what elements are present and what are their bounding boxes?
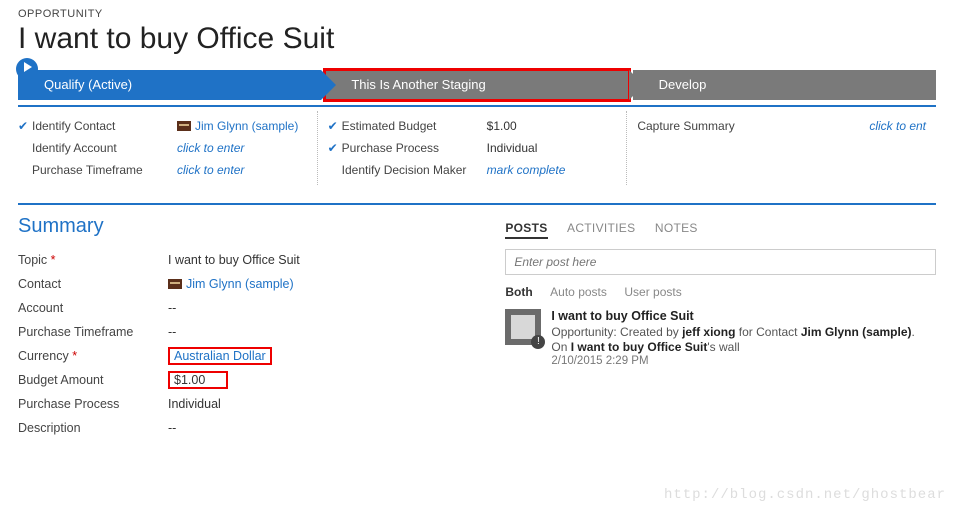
tab-activities[interactable]: ACTIVITIES <box>567 221 635 235</box>
record-title: I want to buy Office Suit <box>18 22 936 56</box>
stage-develop[interactable]: Develop <box>633 70 936 100</box>
post-input[interactable] <box>505 249 936 275</box>
description-value[interactable]: -- <box>168 421 176 435</box>
develop-column: Capture Summary click to ent <box>626 111 936 185</box>
purchase-process-label: Purchase Process <box>18 397 168 411</box>
capture-summary-input[interactable]: click to ent <box>782 119 926 133</box>
topic-value[interactable]: I want to buy Office Suit <box>168 253 300 267</box>
post-line-2: On I want to buy Office Suit's wall <box>551 340 915 354</box>
stage-qualify[interactable]: Qualify (Active) <box>18 70 321 100</box>
stage-underline <box>18 105 936 107</box>
budget-amount-label: Budget Amount <box>18 373 168 387</box>
check-icon: ✔ <box>18 119 32 133</box>
topic-label: Topic * <box>18 253 168 267</box>
budget-amount-value[interactable]: $1.00 <box>168 371 228 389</box>
filter-both[interactable]: Both <box>505 285 532 299</box>
check-icon: ✔ <box>328 119 342 133</box>
contact-card-icon <box>177 121 191 131</box>
field-label: Identify Account <box>32 141 177 155</box>
account-label: Account <box>18 301 168 315</box>
opportunity-post-icon <box>505 309 541 345</box>
post-title[interactable]: I want to buy Office Suit <box>551 309 915 323</box>
purchase-timeframe-value[interactable]: -- <box>168 325 176 339</box>
check-icon: ✔ <box>328 141 342 155</box>
contact-link[interactable]: Jim Glynn (sample) <box>186 277 294 291</box>
purchase-process-value[interactable]: Individual <box>487 141 538 155</box>
summary-panel: Summary Topic * I want to buy Office Sui… <box>18 215 495 440</box>
field-label: Purchase Process <box>342 141 487 155</box>
process-stages: Qualify (Active) This Is Another Staging… <box>18 70 936 100</box>
watermark: http://blog.csdn.net/ghostbear <box>664 487 946 503</box>
purchase-process-value[interactable]: Individual <box>168 397 221 411</box>
field-label: Identify Contact <box>32 119 177 133</box>
currency-label: Currency * <box>18 349 168 363</box>
contact-card-icon <box>168 279 182 289</box>
staging-column: ✔ Estimated Budget $1.00 ✔ Purchase Proc… <box>317 111 627 185</box>
account-value[interactable]: -- <box>168 301 176 315</box>
filter-auto-posts[interactable]: Auto posts <box>550 285 607 299</box>
field-label: Identify Decision Maker <box>342 163 487 177</box>
section-separator <box>18 203 936 205</box>
contact-label: Contact <box>18 277 168 291</box>
post-item: I want to buy Office Suit Opportunity: C… <box>505 309 936 367</box>
posts-panel: POSTS ACTIVITIES NOTES Both Auto posts U… <box>495 215 936 440</box>
tab-notes[interactable]: NOTES <box>655 221 698 235</box>
post-timestamp: 2/10/2015 2:29 PM <box>551 355 915 367</box>
filter-user-posts[interactable]: User posts <box>624 285 681 299</box>
post-filters: Both Auto posts User posts <box>505 285 936 299</box>
purchase-timeframe-input[interactable]: click to enter <box>177 163 244 177</box>
contact-link[interactable]: Jim Glynn (sample) <box>195 119 298 133</box>
currency-value[interactable]: Australian Dollar <box>168 347 272 365</box>
entity-label: OPPORTUNITY <box>18 0 936 20</box>
description-label: Description <box>18 421 168 435</box>
field-label: Estimated Budget <box>342 119 487 133</box>
mark-complete-link[interactable]: mark complete <box>487 163 566 177</box>
post-line-1: Opportunity: Created by jeff xiong for C… <box>551 325 915 339</box>
stage-another-staging[interactable]: This Is Another Staging <box>325 70 628 100</box>
summary-heading: Summary <box>18 215 495 238</box>
qualify-column: ✔ Identify Contact Jim Glynn (sample) Id… <box>18 111 317 185</box>
active-stage-flag-icon <box>16 58 38 80</box>
stage-details: ✔ Identify Contact Jim Glynn (sample) Id… <box>18 111 936 185</box>
activity-tabs: POSTS ACTIVITIES NOTES <box>505 221 936 239</box>
tab-posts[interactable]: POSTS <box>505 221 547 239</box>
field-label: Capture Summary <box>637 119 782 133</box>
identify-account-input[interactable]: click to enter <box>177 141 244 155</box>
estimated-budget-value[interactable]: $1.00 <box>487 119 517 133</box>
field-label: Purchase Timeframe <box>32 163 177 177</box>
purchase-timeframe-label: Purchase Timeframe <box>18 325 168 339</box>
